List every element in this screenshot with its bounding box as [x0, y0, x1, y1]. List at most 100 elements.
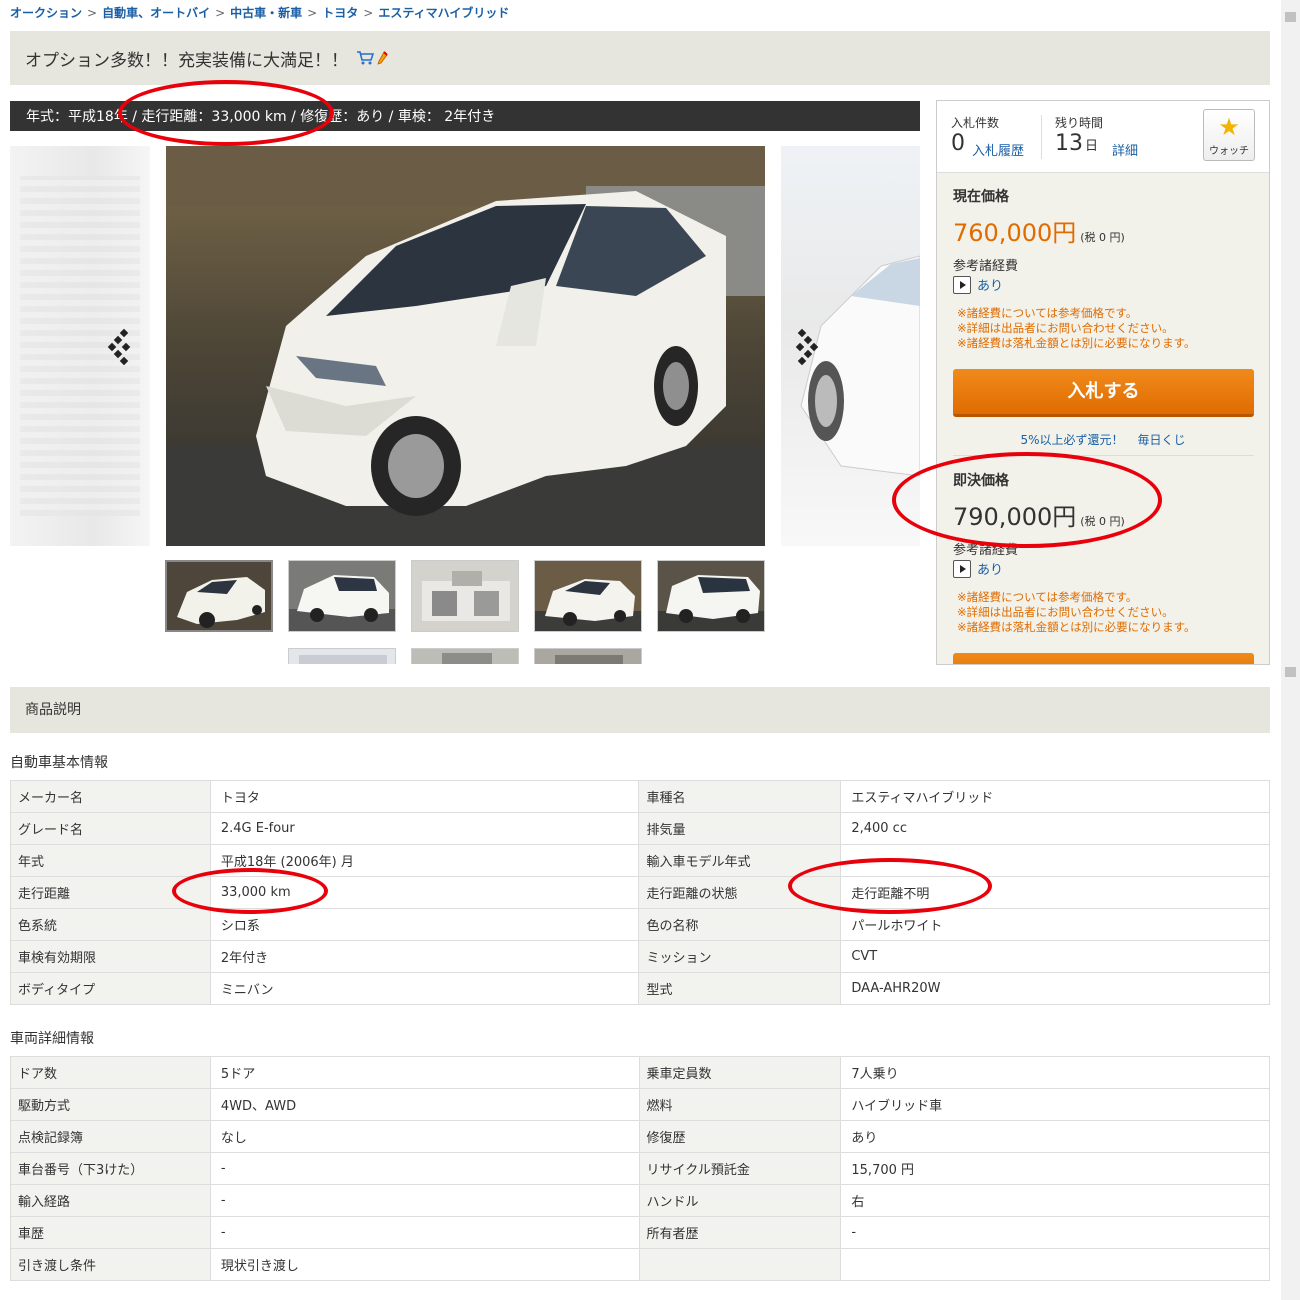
basic-info-heading: 自動車基本情報	[10, 755, 108, 771]
fees-note-3: ※諸経費は落札金額とは別に必要になります。	[957, 336, 1196, 350]
time-detail-link[interactable]: 詳細	[1112, 140, 1138, 159]
spec-key: 型式	[638, 972, 842, 1005]
breadcrumb-toyota[interactable]: トヨタ	[322, 6, 358, 20]
chevron-right-icon[interactable]	[790, 326, 820, 366]
time-left-unit: 日	[1085, 139, 1099, 154]
spec-key: 車歴	[10, 1216, 211, 1249]
spec-summary-text: 年式：平成18年 / 走行距離：33,000 km / 修復歴：あり / 車検：…	[26, 109, 496, 125]
watch-button[interactable]: ★ ウォッチ	[1203, 109, 1255, 161]
thumbnail-6[interactable]	[288, 648, 396, 664]
buynow-button[interactable]	[953, 653, 1254, 664]
fees-link-text: あり	[977, 279, 1004, 294]
spec-value: -	[209, 1152, 640, 1185]
spec-value: 4WD、AWD	[209, 1088, 640, 1121]
thumbnail-3[interactable]	[411, 560, 519, 632]
spec-value: 右	[840, 1184, 1270, 1217]
listing-title-bar: オプション多数！！充実装備に大満足！！	[10, 31, 1270, 85]
table-row: 引き渡し条件 現状引き渡し	[10, 1248, 1270, 1281]
listing-title: オプション多数！！充実装備に大満足！！	[25, 50, 348, 71]
spec-value: 7人乗り	[840, 1056, 1270, 1089]
promo-lottery-link[interactable]: 毎日くじ	[1138, 433, 1186, 447]
spec-key: 駆動方式	[10, 1088, 211, 1121]
spec-key	[638, 1248, 842, 1281]
table-row: 年式 平成18年 (2006年) 月輸入車モデル年式	[10, 844, 1270, 877]
bid-button[interactable]: 入札する	[953, 369, 1254, 417]
thumbnail-5[interactable]	[657, 560, 765, 632]
spec-value: シロ系	[209, 908, 640, 941]
table-row: 駆動方式 4WD、AWD 燃料 ハイブリッド車	[10, 1088, 1270, 1121]
breadcrumb-vehicles[interactable]: 自動車、オートバイ	[102, 6, 210, 20]
spec-key: 輸入車モデル年式	[638, 844, 842, 877]
panel-scrollbar[interactable]	[1281, 0, 1300, 665]
table-row: グレード名 2.4G E-four 排気量 2,400 cc	[10, 812, 1270, 845]
fees2-link[interactable]: あり	[953, 559, 1003, 578]
spec-key: 年式	[10, 844, 211, 877]
fees-note-2: ※詳細は出品者にお問い合わせください。	[957, 321, 1174, 335]
scrollbar-thumb[interactable]	[1285, 667, 1296, 677]
thumbnail-4[interactable]	[534, 560, 642, 632]
bid-summary: 入札件数 0 入札履歴 残り時間 13 日 詳細 ★ ウォッチ	[937, 101, 1269, 173]
spec-key: 燃料	[638, 1088, 842, 1121]
spec-value: パールホワイト	[840, 908, 1270, 941]
basic-info-table: メーカー名 トヨタ 車種名 エスティマハイブリッド グレード名 2.4G E-four 排気…	[10, 780, 1270, 1005]
bid-history-link[interactable]: 入札履歴	[972, 140, 1024, 159]
spec-value: -	[209, 1216, 640, 1249]
spec-value: あり	[840, 1120, 1270, 1153]
fees2-link-text: あり	[977, 563, 1004, 578]
spec-value: ミニバン	[209, 972, 640, 1005]
spec-key: 色の名称	[638, 908, 842, 941]
spec-value: 2.4G E-four	[209, 812, 640, 845]
play-icon	[953, 275, 971, 294]
spec-value: エスティマハイブリッド	[840, 780, 1270, 813]
spec-key: リサイクル預託金	[638, 1152, 842, 1185]
breadcrumb-estima-hybrid[interactable]: エスティマハイブリッド	[378, 6, 509, 20]
spec-value: 平成18年 (2006年) 月	[209, 844, 640, 877]
play-icon	[953, 559, 971, 578]
bid-side-panel: 入札件数 0 入札履歴 残り時間 13 日 詳細 ★ ウォッチ 現在価格 760,…	[936, 100, 1270, 665]
table-row: 走行距離 33,000 km 走行距離の状態 走行距離不明	[10, 876, 1270, 909]
price-area: 現在価格 760,000円 (税 0 円) 参考諸経費 あり ※諸経費については参…	[937, 173, 1269, 664]
detail-info-table: ドア数 5ドア 乗車定員数 7人乗り 駆動方式 4WD、AWD 燃料 ハイブリッド車 点検記録簿…	[10, 1056, 1270, 1281]
main-car-photo[interactable]	[166, 146, 765, 546]
buynow-price-tax: (税 0 円)	[1080, 515, 1125, 528]
thumbnail-2[interactable]	[288, 560, 396, 632]
scrollbar-thumb[interactable]	[1285, 12, 1296, 22]
spec-value: -	[840, 1216, 1270, 1249]
fees-link[interactable]: あり	[953, 275, 1003, 294]
cart-icon	[357, 51, 374, 65]
spec-value: 走行距離不明	[840, 876, 1270, 909]
thumbnail-7[interactable]	[411, 648, 519, 664]
detail-info-heading: 車両詳細情報	[10, 1031, 94, 1047]
spec-value: DAA-AHR20W	[840, 972, 1270, 1005]
spec-key: グレード名	[10, 812, 211, 845]
promo-cashback-link[interactable]: 5%以上必ず還元！	[1020, 433, 1123, 447]
fees-label: 参考諸経費	[953, 259, 1019, 274]
image-gallery	[10, 146, 920, 546]
description-header: 商品説明	[10, 687, 1270, 733]
buynow-price-value: 790,000円	[953, 503, 1077, 531]
spec-value: 5ドア	[209, 1056, 640, 1089]
chevron-left-icon[interactable]	[106, 326, 136, 366]
breadcrumb-used-new-cars[interactable]: 中古車・新車	[230, 6, 302, 20]
page-scrollbar[interactable]	[1281, 665, 1300, 1300]
table-row: ドア数 5ドア 乗車定員数 7人乗り	[10, 1056, 1270, 1089]
spec-key: 走行距離	[10, 876, 211, 909]
table-row: 色系統 シロ系 色の名称 パールホワイト	[10, 908, 1270, 941]
spec-value: -	[209, 1184, 640, 1217]
spec-value: 現状引き渡し	[209, 1248, 640, 1281]
spec-key: ドア数	[10, 1056, 211, 1089]
table-row: ボディタイプ ミニバン 型式 DAA-AHR20W	[10, 972, 1270, 1005]
spec-key: ハンドル	[638, 1184, 842, 1217]
current-price: 760,000円 (税 0 円)	[953, 213, 1125, 248]
spec-value: 33,000 km	[209, 876, 640, 909]
spec-value: CVT	[840, 940, 1270, 973]
thumbnail-8[interactable]	[534, 648, 642, 664]
breadcrumb-auction[interactable]: オークション	[10, 6, 82, 20]
table-row: 輸入経路 - ハンドル右	[10, 1184, 1270, 1217]
thumbnail-1[interactable]	[165, 560, 273, 632]
time-left-label: 残り時間	[1055, 116, 1104, 130]
fees-notes: ※諸経費については参考価格です。 ※詳細は出品者にお問い合わせください。 ※諸経…	[957, 306, 1195, 351]
spec-key: ボディタイプ	[10, 972, 211, 1005]
time-left-value: 13 日	[1055, 131, 1098, 156]
spec-value: 15,700 円	[840, 1152, 1270, 1185]
